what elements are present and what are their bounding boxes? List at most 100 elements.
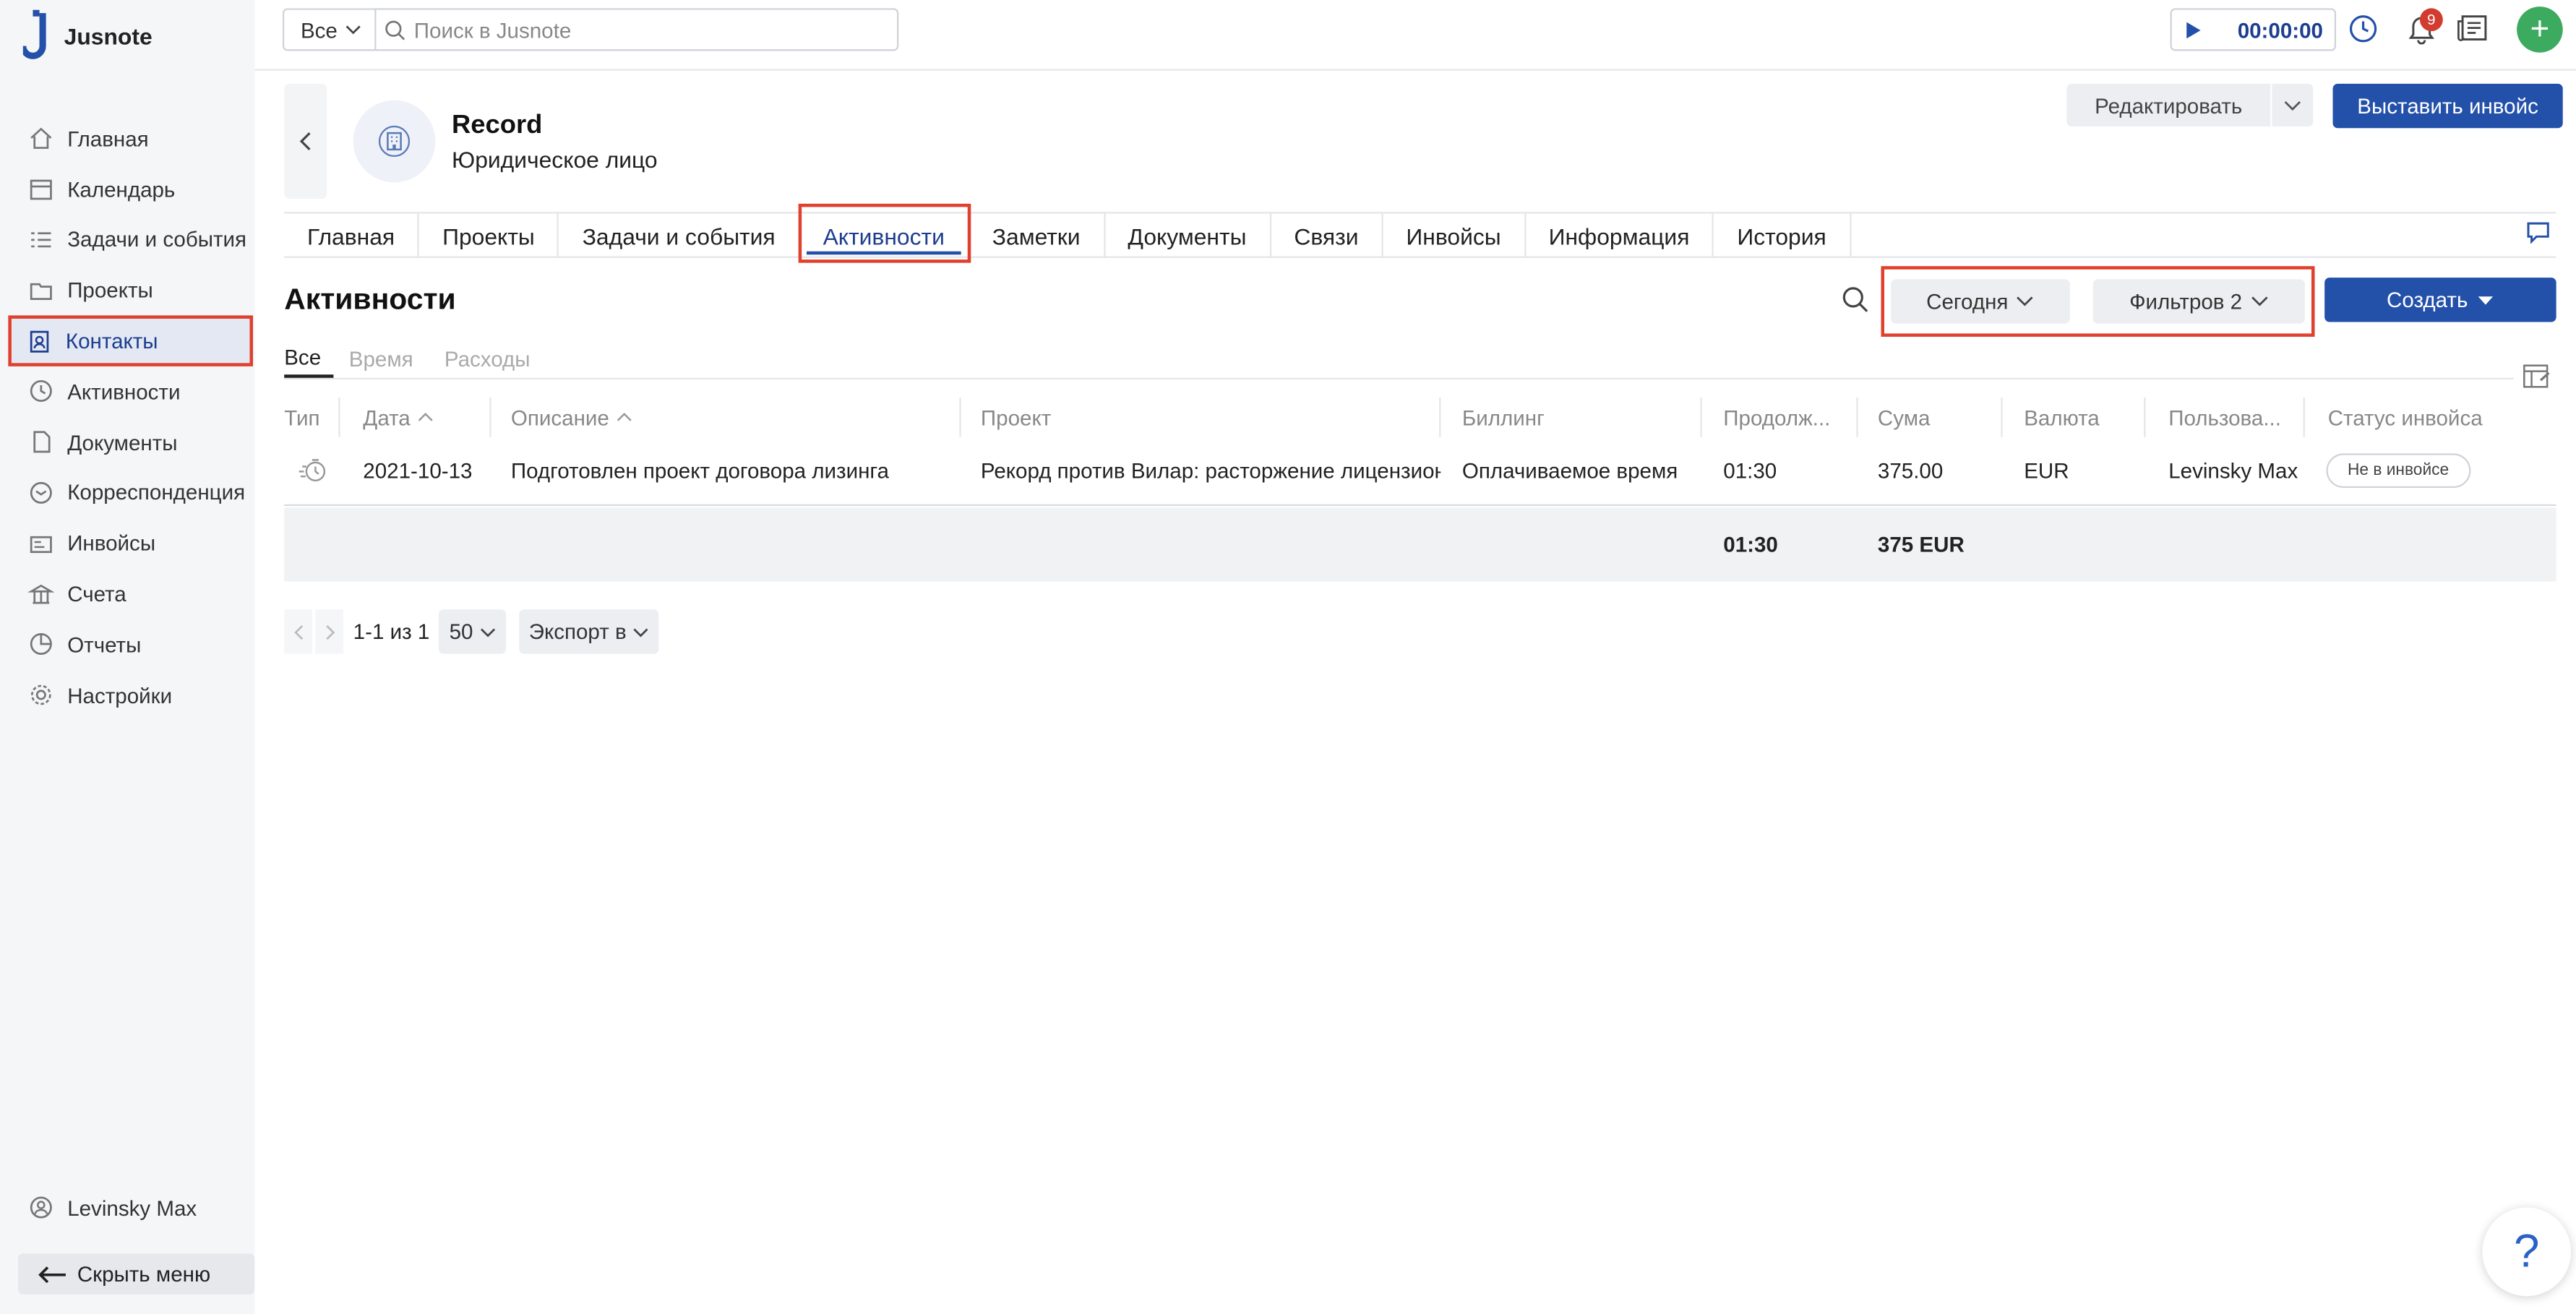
create-button[interactable]: Создать	[2324, 278, 2556, 322]
timer-widget[interactable]: 00:00:00	[2170, 8, 2337, 51]
column-header-billing[interactable]: Биллинг	[1462, 398, 1702, 437]
tab-main[interactable]: Главная	[284, 213, 420, 258]
projects-icon	[30, 283, 52, 300]
entity-tabs: Главная Проекты Задачи и события Активно…	[284, 203, 2556, 263]
pagination: 1-1 из 1 50 Экспорт в	[284, 609, 660, 654]
column-header-description[interactable]: Описание	[511, 398, 961, 437]
top-bar: Все Поиск в Jusnote 00:00:00 9 +	[254, 0, 2576, 71]
row-project[interactable]: Рекорд против Вилар: расторжение лицензи…	[981, 444, 1441, 497]
accounts-icon	[27, 583, 55, 604]
table-row[interactable]: 2021-10-13 Подготовлен проект договора л…	[284, 444, 2556, 507]
documents-icon	[33, 431, 51, 453]
chat-icon[interactable]	[2525, 220, 2551, 245]
search-placeholder: Поиск в Jusnote	[413, 17, 572, 42]
sidebar-item-projects[interactable]: Проекты	[0, 265, 254, 316]
subtab-label: Все	[284, 344, 322, 369]
correspondence-icon	[30, 481, 52, 504]
sidebar-item-calendar[interactable]: Календарь	[0, 164, 254, 215]
edit-dropdown-button[interactable]	[2272, 83, 2314, 127]
subtab-all[interactable]: Все	[284, 338, 335, 378]
page-size-value: 50	[449, 619, 473, 644]
sidebar-item-label: Календарь	[67, 176, 176, 202]
help-button[interactable]: ?	[2482, 1207, 2572, 1297]
column-header-user[interactable]: Пользова...	[2168, 398, 2305, 437]
search-icon	[385, 20, 405, 40]
column-header-label: Дата	[363, 405, 411, 430]
activity-subtabs: Все Время Расходы	[284, 338, 2514, 380]
news-icon[interactable]	[2456, 13, 2489, 43]
row-billing: Оплачиваемое время	[1461, 458, 1678, 483]
filters-value: Фильтров 2	[2129, 289, 2243, 314]
entity-avatar	[353, 100, 436, 183]
activities-icon	[30, 380, 52, 403]
sidebar-user-name: Levinsky Max	[67, 1195, 197, 1220]
sidebar-item-contacts[interactable]: Контакты	[8, 315, 254, 366]
sidebar-item-accounts[interactable]: Счета	[0, 569, 254, 619]
pagination-range: 1-1 из 1	[353, 619, 430, 644]
search-scope-select[interactable]: Все	[282, 8, 377, 51]
row-date: 2021-10-13	[363, 458, 473, 483]
plus-icon: +	[2530, 11, 2550, 48]
sidebar-item-tasks[interactable]: Задачи и события	[0, 215, 254, 265]
tab-projects[interactable]: Проекты	[419, 213, 559, 258]
sidebar-item-activities[interactable]: Активности	[0, 366, 254, 417]
subtab-time[interactable]: Время	[349, 338, 413, 378]
tab-invoices[interactable]: Инвойсы	[1383, 213, 1526, 258]
column-header-project[interactable]: Проект	[981, 398, 1441, 437]
sidebar: Jusnote Главная Календарь Задачи и событ…	[0, 0, 255, 1314]
column-header-date[interactable]: Дата	[363, 398, 491, 437]
sidebar-item-label: Контакты	[65, 328, 158, 353]
sidebar-user[interactable]: Levinsky Max	[28, 1194, 197, 1220]
row-description[interactable]: Подготовлен проект договора лизинга	[511, 444, 978, 497]
chevron-down-icon	[346, 25, 361, 35]
hide-menu-label: Скрыть меню	[77, 1261, 211, 1287]
search-scope-value: Все	[300, 17, 338, 42]
invoices-icon	[30, 536, 52, 553]
column-settings-icon[interactable]	[2522, 363, 2551, 391]
subtab-expenses[interactable]: Расходы	[445, 338, 531, 378]
play-icon[interactable]	[2185, 20, 2202, 38]
chevron-down-icon	[2017, 296, 2034, 306]
search-icon[interactable]	[1842, 285, 1870, 314]
tab-history[interactable]: История	[1714, 213, 1851, 258]
tab-relations[interactable]: Связи	[1271, 213, 1383, 258]
date-filter-dropdown[interactable]: Сегодня	[1891, 279, 2070, 324]
back-button[interactable]	[284, 83, 327, 199]
row-amount: 375.00	[1877, 458, 1944, 483]
tab-information[interactable]: Информация	[1526, 213, 1714, 258]
app-logo[interactable]: Jusnote	[22, 9, 153, 63]
global-search-input[interactable]: Поиск в Jusnote	[374, 8, 899, 51]
issue-invoice-button[interactable]: Выставить инвойс	[2332, 83, 2563, 129]
time-history-icon[interactable]	[2348, 13, 2379, 44]
quick-add-button[interactable]: +	[2517, 7, 2563, 53]
sidebar-item-home[interactable]: Главная	[0, 113, 254, 164]
date-filter-value: Сегодня	[1926, 289, 2009, 314]
column-header-invoice-status[interactable]: Статус инвойса	[2328, 398, 2522, 437]
column-header-currency[interactable]: Валюта	[2024, 398, 2146, 437]
tab-notes[interactable]: Заметки	[969, 213, 1105, 258]
tab-documents[interactable]: Документы	[1105, 213, 1271, 258]
sidebar-item-label: Настройки	[67, 682, 173, 708]
sidebar-item-label: Счета	[67, 581, 126, 606]
column-header-type: Тип	[284, 398, 340, 437]
tab-activities[interactable]: Активности	[798, 203, 971, 263]
filters-dropdown[interactable]: Фильтров 2	[2092, 279, 2305, 324]
column-header-label: Описание	[510, 405, 609, 430]
column-header-amount[interactable]: Сума	[1878, 398, 2003, 437]
previous-page-button[interactable]	[284, 609, 312, 654]
next-page-button[interactable]	[315, 609, 344, 654]
sidebar-item-reports[interactable]: Отчеты	[0, 619, 254, 670]
export-dropdown[interactable]: Экспорт в	[519, 609, 660, 654]
tab-tasks-events[interactable]: Задачи и события	[559, 213, 800, 258]
page-size-select[interactable]: 50	[439, 609, 506, 654]
sidebar-item-documents[interactable]: Документы	[0, 417, 254, 468]
sidebar-item-label: Задачи и события	[67, 227, 247, 252]
edit-button[interactable]: Редактировать	[2066, 83, 2271, 127]
column-header-duration[interactable]: Продолж...	[1723, 398, 1858, 437]
settings-icon	[30, 684, 51, 705]
hide-menu-button[interactable]: Скрыть меню	[18, 1253, 255, 1295]
sidebar-item-settings[interactable]: Настройки	[0, 670, 254, 721]
sidebar-item-correspondence[interactable]: Корреспонденция	[0, 468, 254, 518]
sidebar-item-invoices[interactable]: Инвойсы	[0, 518, 254, 569]
app-name: Jusnote	[64, 22, 153, 50]
